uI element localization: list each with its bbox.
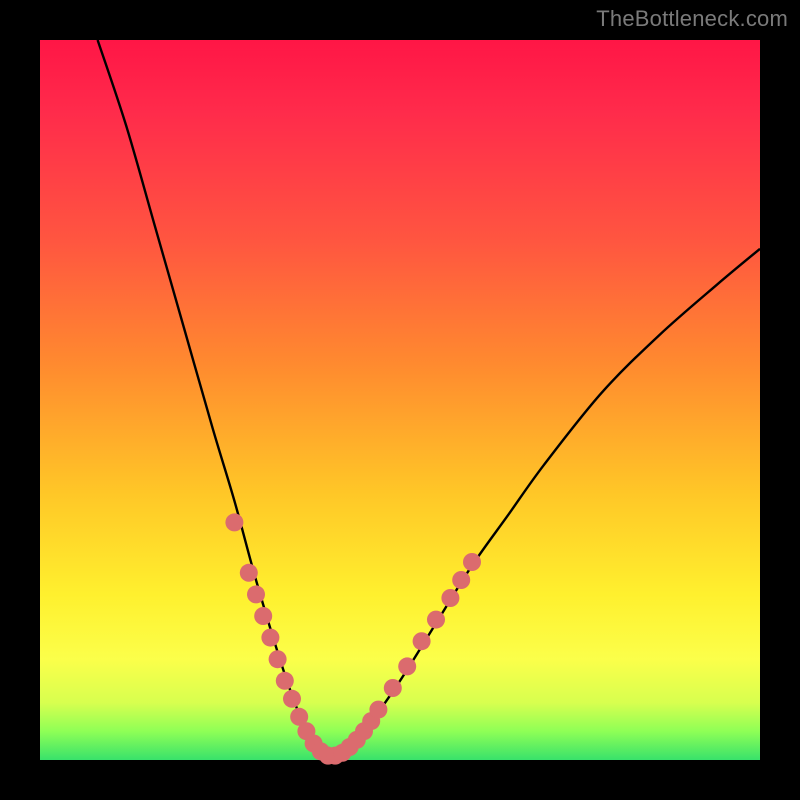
watermark-text: TheBottleneck.com xyxy=(596,6,788,32)
chart-frame: TheBottleneck.com xyxy=(0,0,800,800)
highlight-dot xyxy=(283,690,301,708)
curve-svg xyxy=(40,40,760,760)
highlight-dot xyxy=(369,701,387,719)
plot-area xyxy=(40,40,760,760)
highlight-dot xyxy=(441,589,459,607)
highlight-dot xyxy=(225,513,243,531)
highlight-dot xyxy=(254,607,272,625)
highlight-dots xyxy=(225,513,481,764)
highlight-dot xyxy=(240,564,258,582)
highlight-dot xyxy=(247,585,265,603)
highlight-dot xyxy=(413,632,431,650)
highlight-dot xyxy=(261,629,279,647)
highlight-dot xyxy=(276,672,294,690)
bottleneck-curve xyxy=(98,40,760,760)
highlight-dot xyxy=(463,553,481,571)
highlight-dot xyxy=(384,679,402,697)
highlight-dot xyxy=(427,611,445,629)
highlight-dot xyxy=(269,650,287,668)
highlight-dot xyxy=(452,571,470,589)
highlight-dot xyxy=(398,657,416,675)
